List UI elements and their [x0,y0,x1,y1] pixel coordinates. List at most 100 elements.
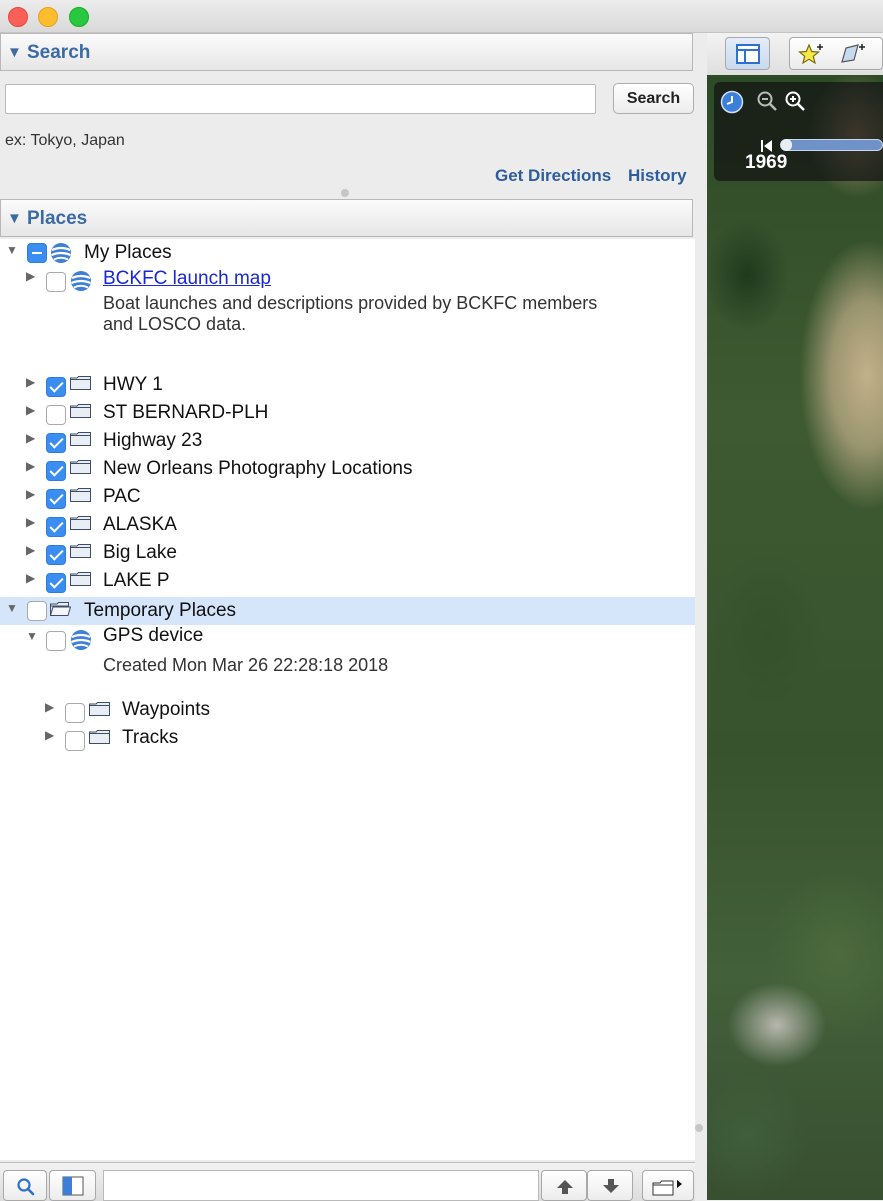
search-section-header[interactable]: ▼ Search [0,33,693,71]
item-description-line: Boat launches and descriptions provided … [103,293,598,313]
waypoints-checkbox[interactable] [65,703,85,723]
tree-label: Temporary Places [84,600,237,621]
collapsed-triangle-icon[interactable]: ▶ [26,515,35,529]
add-polygon-icon[interactable] [838,42,868,66]
temporary-places-checkbox[interactable] [27,601,47,621]
expanded-triangle-icon[interactable]: ▼ [6,601,18,615]
zoom-in-icon[interactable] [784,90,806,112]
folder-icon [70,460,91,474]
gps-device-checkbox[interactable] [46,631,66,651]
get-directions-link[interactable]: Get Directions [495,166,611,186]
collapsed-triangle-icon[interactable]: ▶ [45,700,54,714]
collapsed-triangle-icon[interactable]: ▶ [45,728,54,742]
folder-checkbox[interactable] [46,545,66,565]
folder-checkbox[interactable] [46,405,66,425]
magnifier-icon [17,1178,35,1196]
collapsed-triangle-icon[interactable]: ▶ [26,543,35,557]
tree-label: Tracks [122,727,179,748]
tree-row-bckfc-launch-map[interactable]: ▶ BCKFC launch map Boat launches and des… [0,267,695,363]
expanded-triangle-icon[interactable]: ▼ [26,629,38,643]
tree-label: New Orleans Photography Locations [103,458,413,479]
folder-checkbox[interactable] [46,573,66,593]
zoom-out-icon[interactable] [756,90,778,112]
folder-menu-icon [652,1180,682,1196]
map-view[interactable] [707,75,883,1200]
window-titlebar [0,0,883,33]
folder-checkbox[interactable] [46,489,66,509]
bckfc-launch-map-checkbox[interactable] [46,272,66,292]
item-description-line: Created Mon Mar 26 22:28:18 2018 [103,655,389,675]
add-placemark-icon[interactable] [798,42,826,66]
panel-resize-handle[interactable] [695,1124,703,1132]
tree-label: Waypoints [122,699,210,720]
time-slider-track[interactable] [780,139,883,151]
tree-row-tracks[interactable]: ▶ Tracks [0,725,695,753]
tree-label: ST BERNARD-PLH [103,402,269,423]
folder-icon [70,572,91,586]
historical-imagery-panel [714,82,883,181]
tracks-checkbox[interactable] [65,731,85,751]
folder-icon [70,404,91,418]
tree-row-folder[interactable]: ▶ Big Lake [0,540,695,568]
tree-row-folder[interactable]: ▶ ST BERNARD-PLH [0,400,695,428]
clock-icon[interactable] [720,90,744,114]
collapsed-triangle-icon[interactable]: ▶ [26,459,35,473]
time-slider-handle[interactable] [781,139,792,151]
tree-row-gps-device[interactable]: ▼ GPS device Created Mon Mar 26 22:28:18… [0,625,695,683]
folder-checkbox[interactable] [46,461,66,481]
move-down-button[interactable] [587,1170,633,1201]
minimize-window-button[interactable] [38,7,58,27]
collapsed-triangle-icon[interactable]: ▶ [26,375,35,389]
toggle-sidebar-button[interactable] [49,1170,96,1201]
collapsed-triangle-icon[interactable]: ▶ [26,403,35,417]
folder-icon [89,730,110,744]
zoom-window-button[interactable] [69,7,89,27]
tree-row-my-places[interactable]: ▼ My Places [0,239,695,267]
tree-row-temporary-places[interactable]: ▼ Temporary Places [0,597,695,625]
search-button[interactable]: Search [613,83,694,114]
skip-to-start-icon[interactable] [760,139,774,153]
toggle-sidebar-toolbar-button[interactable] [725,37,770,70]
places-section-header[interactable]: ▼ Places [0,199,693,237]
search-places-button[interactable] [3,1170,47,1201]
collapsed-triangle-icon[interactable]: ▶ [26,269,35,283]
tree-row-folder[interactable]: ▶ New Orleans Photography Locations [0,456,695,484]
tree-label: Highway 23 [103,430,203,451]
imagery-year-label: 1969 [745,152,788,173]
places-filter-input[interactable] [103,1170,539,1201]
arrow-up-icon [557,1180,573,1194]
tree-label: PAC [103,486,141,507]
sidebar-layout-icon [736,44,760,64]
tree-row-folder[interactable]: ▶ HWY 1 [0,372,695,400]
earth-icon [71,630,91,650]
folder-checkbox[interactable] [46,433,66,453]
close-window-button[interactable] [8,7,28,27]
bckfc-launch-map-link[interactable]: BCKFC launch map [103,268,271,290]
my-places-checkbox[interactable] [27,243,47,263]
folder-icon [70,488,91,502]
add-folder-menu-button[interactable] [642,1170,694,1201]
tree-row-folder[interactable]: ▶ ALASKA [0,512,695,540]
earth-icon [71,271,91,291]
folder-checkbox[interactable] [46,517,66,537]
item-description-line: and LOSCO data. [103,314,247,334]
move-up-button[interactable] [541,1170,587,1201]
collapsed-triangle-icon[interactable]: ▶ [26,487,35,501]
collapsed-triangle-icon[interactable]: ▶ [26,431,35,445]
sidebar: ▼ Search Search ex: Tokyo, Japan Get Dir… [0,33,695,1201]
tree-row-waypoints[interactable]: ▶ Waypoints [0,697,695,725]
search-input[interactable] [5,84,596,114]
collapsed-triangle-icon[interactable]: ▶ [26,571,35,585]
tree-row-folder[interactable]: ▶ LAKE P [0,568,695,596]
search-section-title: Search [27,42,91,63]
tree-row-folder[interactable]: ▶ PAC [0,484,695,512]
folder-checkbox[interactable] [46,377,66,397]
open-folder-icon [50,602,71,616]
folder-icon [70,544,91,558]
folder-icon [70,516,91,530]
tree-row-folder[interactable]: ▶ Highway 23 [0,428,695,456]
earth-icon [51,243,71,263]
history-link[interactable]: History [628,166,687,186]
expanded-triangle-icon[interactable]: ▼ [6,243,18,257]
panel-resize-handle[interactable] [341,189,349,197]
